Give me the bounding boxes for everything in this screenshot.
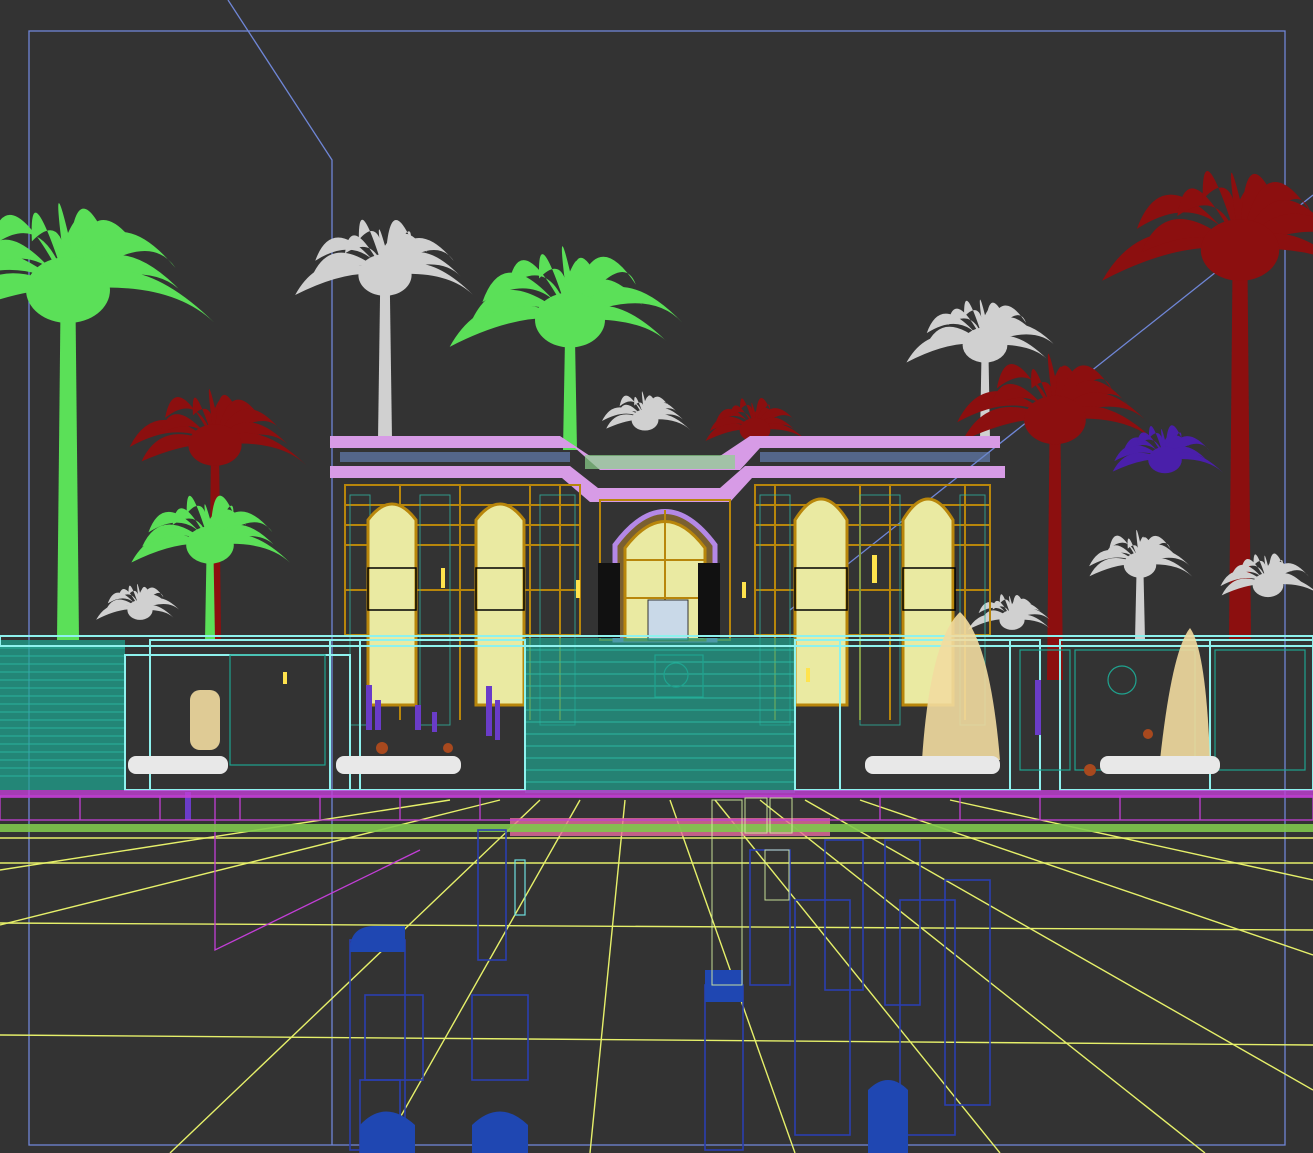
palm-trunk xyxy=(57,290,79,640)
viewport-scene[interactable] xyxy=(0,0,1313,1153)
palm-crown xyxy=(26,257,110,323)
palm-crown xyxy=(1123,552,1157,578)
palm-crown xyxy=(535,292,605,348)
palm-crown xyxy=(999,610,1025,630)
palm-crown xyxy=(188,424,242,466)
palm-crown xyxy=(186,526,234,564)
palm-crown xyxy=(1252,572,1284,598)
3d-viewport[interactable] xyxy=(0,0,1313,1153)
palm-trunk xyxy=(378,275,392,440)
palm-crown xyxy=(127,600,153,620)
entrance-column-right xyxy=(698,563,720,638)
palm-crown xyxy=(631,409,659,431)
palm-crown xyxy=(1024,395,1086,445)
palm-crown xyxy=(962,327,1008,363)
palm-crown xyxy=(1200,219,1280,281)
palm-crown xyxy=(358,254,412,296)
entrance-column-left xyxy=(598,563,620,638)
palm-crown xyxy=(1148,446,1182,474)
